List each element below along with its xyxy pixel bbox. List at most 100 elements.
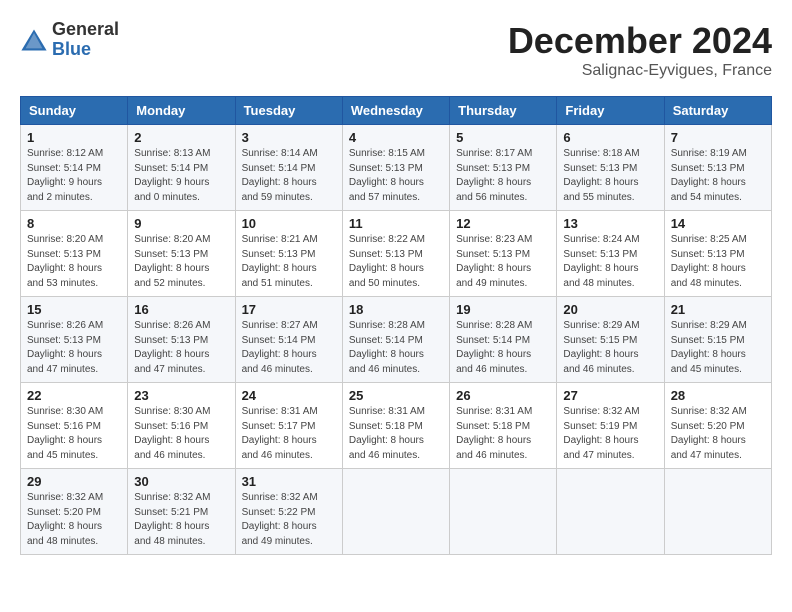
- weekday-header-row: SundayMondayTuesdayWednesdayThursdayFrid…: [21, 97, 772, 125]
- calendar-cell: 8Sunrise: 8:20 AMSunset: 5:13 PMDaylight…: [21, 211, 128, 297]
- day-detail: Sunrise: 8:29 AMSunset: 5:15 PMDaylight:…: [671, 319, 765, 377]
- calendar-cell: 25 Sunrise: 8:31 AMSunset: 5:18 PMDayligh…: [342, 383, 449, 469]
- day-detail: Sunrise: 8:28 AMSunset: 5:14 PMDaylight:…: [349, 319, 443, 377]
- day-number: 30: [134, 474, 228, 489]
- calendar-cell: 4Sunrise: 8:15 AMSunset: 5:13 PMDaylight…: [342, 125, 449, 211]
- day-detail: Sunrise: 8:21 AMSunset: 5:13 PMDaylight:…: [242, 233, 336, 291]
- calendar-cell: 11 Sunrise: 8:22 AMSunset: 5:13 PMDayligh…: [342, 211, 449, 297]
- day-number: 28: [671, 388, 765, 403]
- day-number: 18: [349, 302, 443, 317]
- day-number: 12: [456, 216, 550, 231]
- calendar-cell: [450, 469, 557, 555]
- day-number: 29: [27, 474, 121, 489]
- day-detail: Sunrise: 8:20 AMSunset: 5:13 PMDaylight:…: [27, 233, 121, 291]
- calendar-cell: 19 Sunrise: 8:28 AMSunset: 5:14 PMDayligh…: [450, 297, 557, 383]
- day-detail: Sunrise: 8:31 AMSunset: 5:18 PMDaylight:…: [456, 405, 550, 463]
- calendar-cell: 26 Sunrise: 8:31 AMSunset: 5:18 PMDayligh…: [450, 383, 557, 469]
- calendar-cell: 18 Sunrise: 8:28 AMSunset: 5:14 PMDayligh…: [342, 297, 449, 383]
- logo-blue-text: Blue: [52, 39, 91, 59]
- calendar-cell: 21 Sunrise: 8:29 AMSunset: 5:15 PMDayligh…: [664, 297, 771, 383]
- day-detail: Sunrise: 8:26 AMSunset: 5:13 PMDaylight:…: [134, 319, 228, 377]
- calendar-cell: 31 Sunrise: 8:32 AMSunset: 5:22 PMDayligh…: [235, 469, 342, 555]
- day-detail: Sunrise: 8:17 AMSunset: 5:13 PMDaylight:…: [456, 147, 550, 205]
- day-number: 26: [456, 388, 550, 403]
- day-detail: Sunrise: 8:26 AMSunset: 5:13 PMDaylight:…: [27, 319, 121, 377]
- day-number: 3: [242, 130, 336, 145]
- day-number: 16: [134, 302, 228, 317]
- calendar-cell: 24 Sunrise: 8:31 AMSunset: 5:17 PMDayligh…: [235, 383, 342, 469]
- calendar-cell: 15 Sunrise: 8:26 AMSunset: 5:13 PMDayligh…: [21, 297, 128, 383]
- calendar-cell: 17Sunrise: 8:27 AMSunset: 5:14 PMDayligh…: [235, 297, 342, 383]
- calendar-cell: 12 Sunrise: 8:23 AMSunset: 5:13 PMDayligh…: [450, 211, 557, 297]
- calendar-cell: 9Sunrise: 8:20 AMSunset: 5:13 PMDaylight…: [128, 211, 235, 297]
- day-detail: Sunrise: 8:32 AMSunset: 5:19 PMDaylight:…: [563, 405, 657, 463]
- day-detail: Sunrise: 8:14 AMSunset: 5:14 PMDaylight:…: [242, 147, 336, 205]
- calendar-week-row: 1Sunrise: 8:12 AMSunset: 5:14 PMDaylight…: [21, 125, 772, 211]
- calendar-cell: 1Sunrise: 8:12 AMSunset: 5:14 PMDaylight…: [21, 125, 128, 211]
- day-number: 27: [563, 388, 657, 403]
- day-detail: Sunrise: 8:30 AMSunset: 5:16 PMDaylight:…: [134, 405, 228, 463]
- logo: General Blue: [20, 20, 119, 60]
- logo-icon: [20, 26, 48, 54]
- calendar-cell: 3 Sunrise: 8:14 AMSunset: 5:14 PMDaylight…: [235, 125, 342, 211]
- day-detail: Sunrise: 8:23 AMSunset: 5:13 PMDaylight:…: [456, 233, 550, 291]
- calendar-cell: 2Sunrise: 8:13 AMSunset: 5:14 PMDaylight…: [128, 125, 235, 211]
- calendar-cell: [557, 469, 664, 555]
- day-detail: Sunrise: 8:31 AMSunset: 5:18 PMDaylight:…: [349, 405, 443, 463]
- day-number: 5: [456, 130, 550, 145]
- day-detail: Sunrise: 8:32 AMSunset: 5:20 PMDaylight:…: [671, 405, 765, 463]
- calendar-cell: 22Sunrise: 8:30 AMSunset: 5:16 PMDayligh…: [21, 383, 128, 469]
- day-number: 20: [563, 302, 657, 317]
- page-header: General Blue December 2024 Salignac-Eyvi…: [20, 20, 772, 80]
- day-number: 19: [456, 302, 550, 317]
- day-detail: Sunrise: 8:18 AMSunset: 5:13 PMDaylight:…: [563, 147, 657, 205]
- calendar-table: SundayMondayTuesdayWednesdayThursdayFrid…: [20, 96, 772, 555]
- calendar-cell: [342, 469, 449, 555]
- calendar-cell: [664, 469, 771, 555]
- title-area: December 2024 Salignac-Eyvigues, France: [508, 20, 772, 80]
- weekday-header-friday: Friday: [557, 97, 664, 125]
- day-detail: Sunrise: 8:32 AMSunset: 5:22 PMDaylight:…: [242, 491, 336, 549]
- day-number: 23: [134, 388, 228, 403]
- day-detail: Sunrise: 8:31 AMSunset: 5:17 PMDaylight:…: [242, 405, 336, 463]
- day-number: 11: [349, 216, 443, 231]
- day-number: 4: [349, 130, 443, 145]
- day-number: 31: [242, 474, 336, 489]
- day-detail: Sunrise: 8:22 AMSunset: 5:13 PMDaylight:…: [349, 233, 443, 291]
- logo-general-text: General: [52, 19, 119, 39]
- day-number: 22: [27, 388, 121, 403]
- weekday-header-wednesday: Wednesday: [342, 97, 449, 125]
- calendar-week-row: 29 Sunrise: 8:32 AMSunset: 5:20 PMDayligh…: [21, 469, 772, 555]
- day-number: 24: [242, 388, 336, 403]
- day-number: 7: [671, 130, 765, 145]
- weekday-header-thursday: Thursday: [450, 97, 557, 125]
- calendar-cell: 23 Sunrise: 8:30 AMSunset: 5:16 PMDayligh…: [128, 383, 235, 469]
- day-detail: Sunrise: 8:12 AMSunset: 5:14 PMDaylight:…: [27, 147, 121, 205]
- calendar-cell: 7Sunrise: 8:19 AMSunset: 5:13 PMDaylight…: [664, 125, 771, 211]
- day-number: 14: [671, 216, 765, 231]
- weekday-header-monday: Monday: [128, 97, 235, 125]
- day-detail: Sunrise: 8:25 AMSunset: 5:13 PMDaylight:…: [671, 233, 765, 291]
- day-number: 25: [349, 388, 443, 403]
- day-detail: Sunrise: 8:32 AMSunset: 5:21 PMDaylight:…: [134, 491, 228, 549]
- day-detail: Sunrise: 8:29 AMSunset: 5:15 PMDaylight:…: [563, 319, 657, 377]
- day-number: 21: [671, 302, 765, 317]
- calendar-cell: 10Sunrise: 8:21 AMSunset: 5:13 PMDayligh…: [235, 211, 342, 297]
- day-detail: Sunrise: 8:24 AMSunset: 5:13 PMDaylight:…: [563, 233, 657, 291]
- calendar-cell: 20 Sunrise: 8:29 AMSunset: 5:15 PMDayligh…: [557, 297, 664, 383]
- day-detail: Sunrise: 8:27 AMSunset: 5:14 PMDaylight:…: [242, 319, 336, 377]
- day-detail: Sunrise: 8:32 AMSunset: 5:20 PMDaylight:…: [27, 491, 121, 549]
- calendar-week-row: 15 Sunrise: 8:26 AMSunset: 5:13 PMDayligh…: [21, 297, 772, 383]
- day-number: 6: [563, 130, 657, 145]
- calendar-cell: 27 Sunrise: 8:32 AMSunset: 5:19 PMDayligh…: [557, 383, 664, 469]
- calendar-cell: 29 Sunrise: 8:32 AMSunset: 5:20 PMDayligh…: [21, 469, 128, 555]
- calendar-cell: 30 Sunrise: 8:32 AMSunset: 5:21 PMDayligh…: [128, 469, 235, 555]
- calendar-cell: 16 Sunrise: 8:26 AMSunset: 5:13 PMDayligh…: [128, 297, 235, 383]
- day-number: 2: [134, 130, 228, 145]
- day-number: 15: [27, 302, 121, 317]
- day-detail: Sunrise: 8:28 AMSunset: 5:14 PMDaylight:…: [456, 319, 550, 377]
- calendar-cell: 14 Sunrise: 8:25 AMSunset: 5:13 PMDayligh…: [664, 211, 771, 297]
- weekday-header-sunday: Sunday: [21, 97, 128, 125]
- day-number: 13: [563, 216, 657, 231]
- month-title: December 2024: [508, 20, 772, 62]
